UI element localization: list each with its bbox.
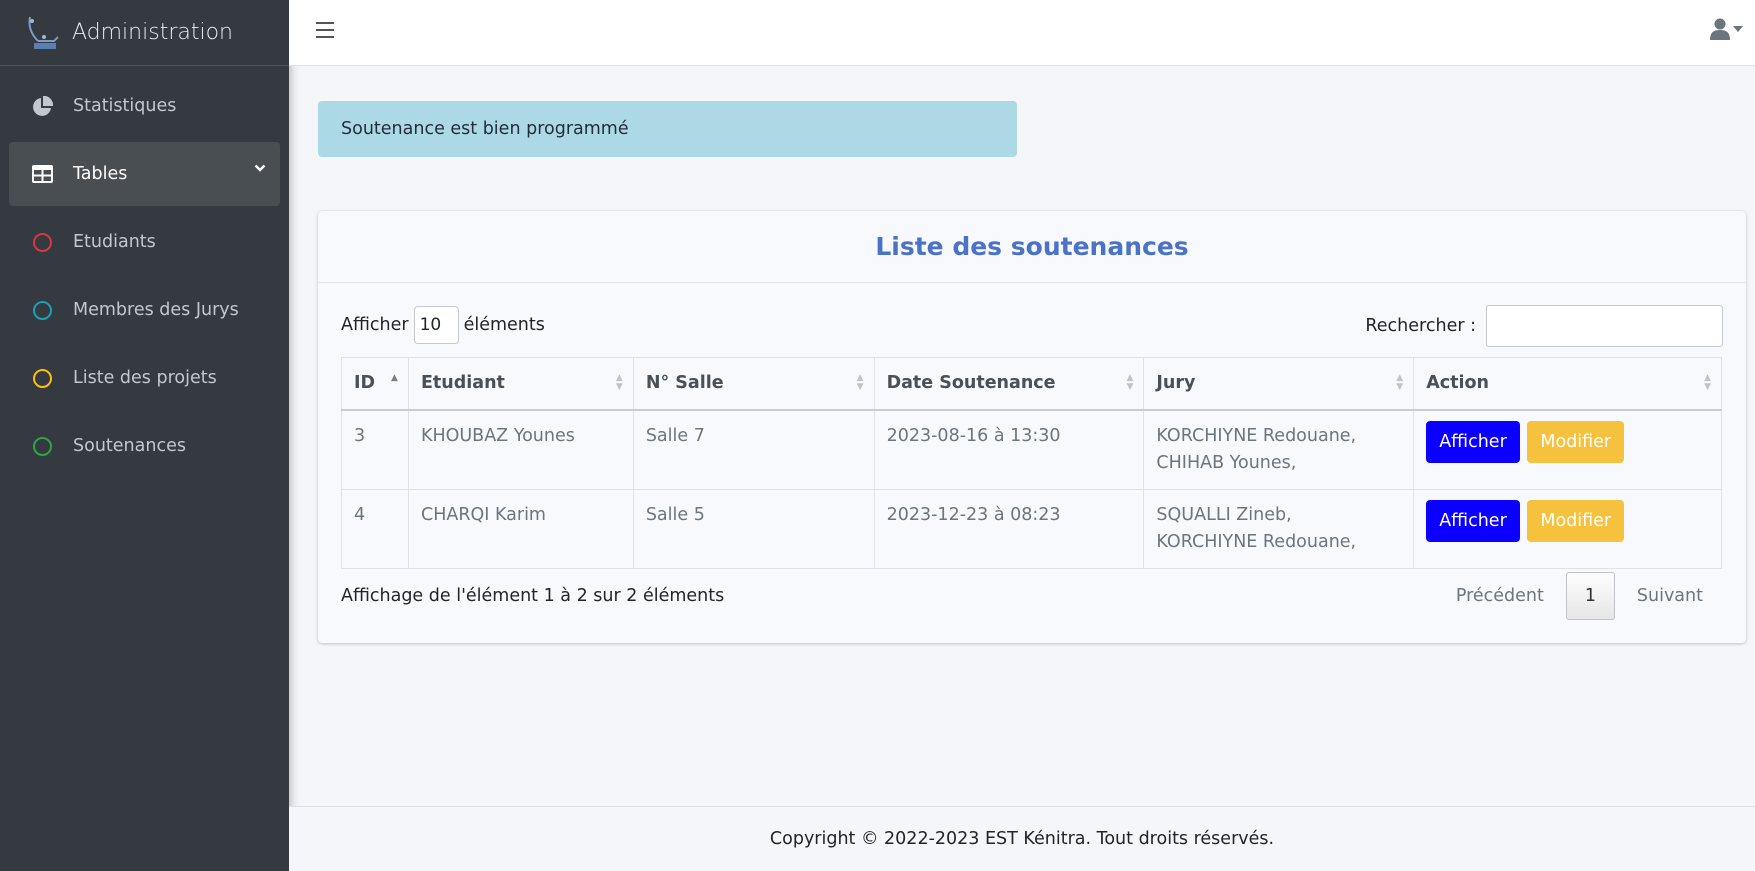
jury-member: SQUALLI Zineb, bbox=[1156, 504, 1292, 525]
cell-action: Afficher Modifier bbox=[1413, 488, 1722, 569]
sort-icon: ▲ ▼ bbox=[1704, 373, 1711, 392]
cell-date: 2023-12-23 à 08:23 bbox=[873, 488, 1145, 569]
afficher-button[interactable]: Afficher bbox=[1426, 420, 1520, 463]
circle-green-icon bbox=[32, 436, 52, 456]
topbar bbox=[289, 0, 1755, 66]
cell-id: 4 bbox=[341, 488, 409, 569]
column-header-id[interactable]: ID ▲ bbox=[341, 357, 409, 411]
sidebar-item-statistiques[interactable]: Statistiques bbox=[9, 74, 280, 138]
column-label: Etudiant bbox=[420, 373, 505, 394]
sidebar-item-etudiants[interactable]: Etudiants bbox=[9, 210, 280, 274]
column-label: Action bbox=[1426, 373, 1489, 394]
cell-jury: KORCHIYNE Redouane, CHIHAB Younes, bbox=[1143, 409, 1415, 490]
table-row: 3 KHOUBAZ Younes Salle 7 2023-08-16 à 13… bbox=[341, 409, 1722, 490]
column-label: ID bbox=[354, 373, 376, 394]
modifier-button[interactable]: Modifier bbox=[1527, 420, 1625, 463]
column-label: Jury bbox=[1156, 373, 1196, 394]
length-prefix: Afficher bbox=[341, 315, 409, 335]
sidebar-item-label: Soutenances bbox=[73, 436, 186, 456]
sidebar-item-label: Membres des Jurys bbox=[73, 300, 239, 320]
sidebar-item-projets[interactable]: Liste des projets bbox=[9, 346, 280, 410]
column-header-jury[interactable]: Jury ▲ ▼ bbox=[1143, 357, 1415, 411]
sidebar-item-label: Liste des projets bbox=[73, 368, 217, 388]
cell-date: 2023-08-16 à 13:30 bbox=[873, 409, 1145, 490]
length-value: 10 bbox=[419, 315, 442, 335]
hamburger-menu-icon[interactable] bbox=[316, 22, 334, 38]
cell-action: Afficher Modifier bbox=[1413, 409, 1722, 490]
length-control: Afficher 10 éléments bbox=[341, 306, 545, 344]
user-icon bbox=[1710, 18, 1730, 40]
search-control: Rechercher : bbox=[1365, 305, 1723, 347]
chart-pie-icon bbox=[31, 95, 53, 117]
sidebar-item-label: Tables bbox=[73, 164, 128, 184]
circle-yellow-icon bbox=[32, 368, 52, 388]
jury-member: KORCHIYNE Redouane, bbox=[1156, 531, 1357, 552]
sort-icon: ▲ ▼ bbox=[615, 373, 623, 392]
sidebar-item-membres-jurys[interactable]: Membres des Jurys bbox=[9, 278, 280, 342]
jury-member: CHIHAB Younes, bbox=[1156, 452, 1297, 473]
footer-copyright: Copyright © 2022-2023 EST Kénitra. Tout … bbox=[769, 829, 1275, 849]
success-alert: Soutenance est bien programmé bbox=[318, 101, 1017, 157]
sort-icon: ▲ ▼ bbox=[856, 373, 864, 392]
user-menu[interactable] bbox=[1710, 18, 1743, 40]
cell-etudiant: CHARQI Karim bbox=[407, 488, 634, 569]
length-suffix: éléments bbox=[463, 315, 545, 335]
sort-asc-icon: ▲ bbox=[391, 373, 398, 383]
column-header-etudiant[interactable]: Etudiant ▲ ▼ bbox=[407, 357, 634, 411]
card-header: Liste des soutenances bbox=[318, 211, 1746, 283]
chevron-down-icon[interactable] bbox=[254, 158, 266, 178]
sidebar-nav: Statistiques Tables Etudiants Membres de… bbox=[0, 66, 289, 490]
cell-id: 3 bbox=[341, 409, 409, 490]
alert-message: Soutenance est bien programmé bbox=[341, 119, 629, 139]
table-header-row: ID ▲ Etudiant ▲ ▼ N° Salle ▲ ▼ Date Soutenanc… bbox=[341, 357, 1722, 411]
column-label: Date Soutenance bbox=[886, 373, 1056, 394]
sidebar-item-label: Etudiants bbox=[73, 232, 156, 252]
card-title: Liste des soutenances bbox=[875, 232, 1189, 261]
app-title: Administration bbox=[72, 20, 233, 45]
cell-salle: Salle 7 bbox=[632, 409, 875, 490]
sidebar-item-tables[interactable]: Tables bbox=[9, 142, 280, 206]
cell-salle: Salle 5 bbox=[632, 488, 875, 569]
cell-jury: SQUALLI Zineb, KORCHIYNE Redouane, bbox=[1143, 488, 1415, 569]
table-row: 4 CHARQI Karim Salle 5 2023-12-23 à 08:2… bbox=[341, 488, 1722, 569]
brand[interactable]: Administration bbox=[0, 0, 289, 66]
sort-icon: ▲ ▼ bbox=[1396, 373, 1404, 392]
sidebar-item-soutenances[interactable]: Soutenances bbox=[9, 414, 280, 478]
cell-etudiant: KHOUBAZ Younes bbox=[407, 409, 634, 490]
sort-icon: ▲ ▼ bbox=[1126, 373, 1134, 392]
pagination: Précédent 1 Suivant bbox=[1436, 572, 1723, 620]
column-header-salle[interactable]: N° Salle ▲ ▼ bbox=[632, 357, 875, 411]
soutenances-table: ID ▲ Etudiant ▲ ▼ N° Salle ▲ ▼ Date Soutenanc… bbox=[341, 357, 1722, 569]
search-label: Rechercher : bbox=[1365, 316, 1476, 336]
sidebar: Administration Statistiques Tables Etudi… bbox=[0, 0, 289, 871]
previous-page-button[interactable]: Précédent bbox=[1436, 572, 1564, 620]
page-1-button[interactable]: 1 bbox=[1565, 572, 1615, 620]
search-input[interactable] bbox=[1486, 305, 1723, 347]
column-header-date[interactable]: Date Soutenance ▲ ▼ bbox=[873, 357, 1145, 411]
afficher-button[interactable]: Afficher bbox=[1426, 499, 1520, 542]
caret-down-icon bbox=[1733, 26, 1743, 32]
circle-cyan-icon bbox=[32, 300, 52, 320]
next-page-button[interactable]: Suivant bbox=[1617, 572, 1723, 620]
sidebar-item-label: Statistiques bbox=[73, 96, 177, 116]
column-label: N° Salle bbox=[645, 373, 724, 394]
jury-member: KORCHIYNE Redouane, bbox=[1156, 425, 1357, 446]
length-select[interactable]: 10 bbox=[413, 306, 459, 344]
brand-logo-icon bbox=[28, 16, 59, 49]
table-icon bbox=[31, 163, 53, 185]
circle-red-icon bbox=[32, 232, 52, 252]
footer: Copyright © 2022-2023 EST Kénitra. Tout … bbox=[289, 806, 1755, 871]
modifier-button[interactable]: Modifier bbox=[1527, 499, 1625, 542]
table-info: Affichage de l'élément 1 à 2 sur 2 éléme… bbox=[341, 586, 725, 606]
soutenances-card: Liste des soutenances Afficher 10 élémen… bbox=[318, 211, 1746, 643]
column-header-action[interactable]: Action ▲ ▼ bbox=[1413, 357, 1722, 411]
